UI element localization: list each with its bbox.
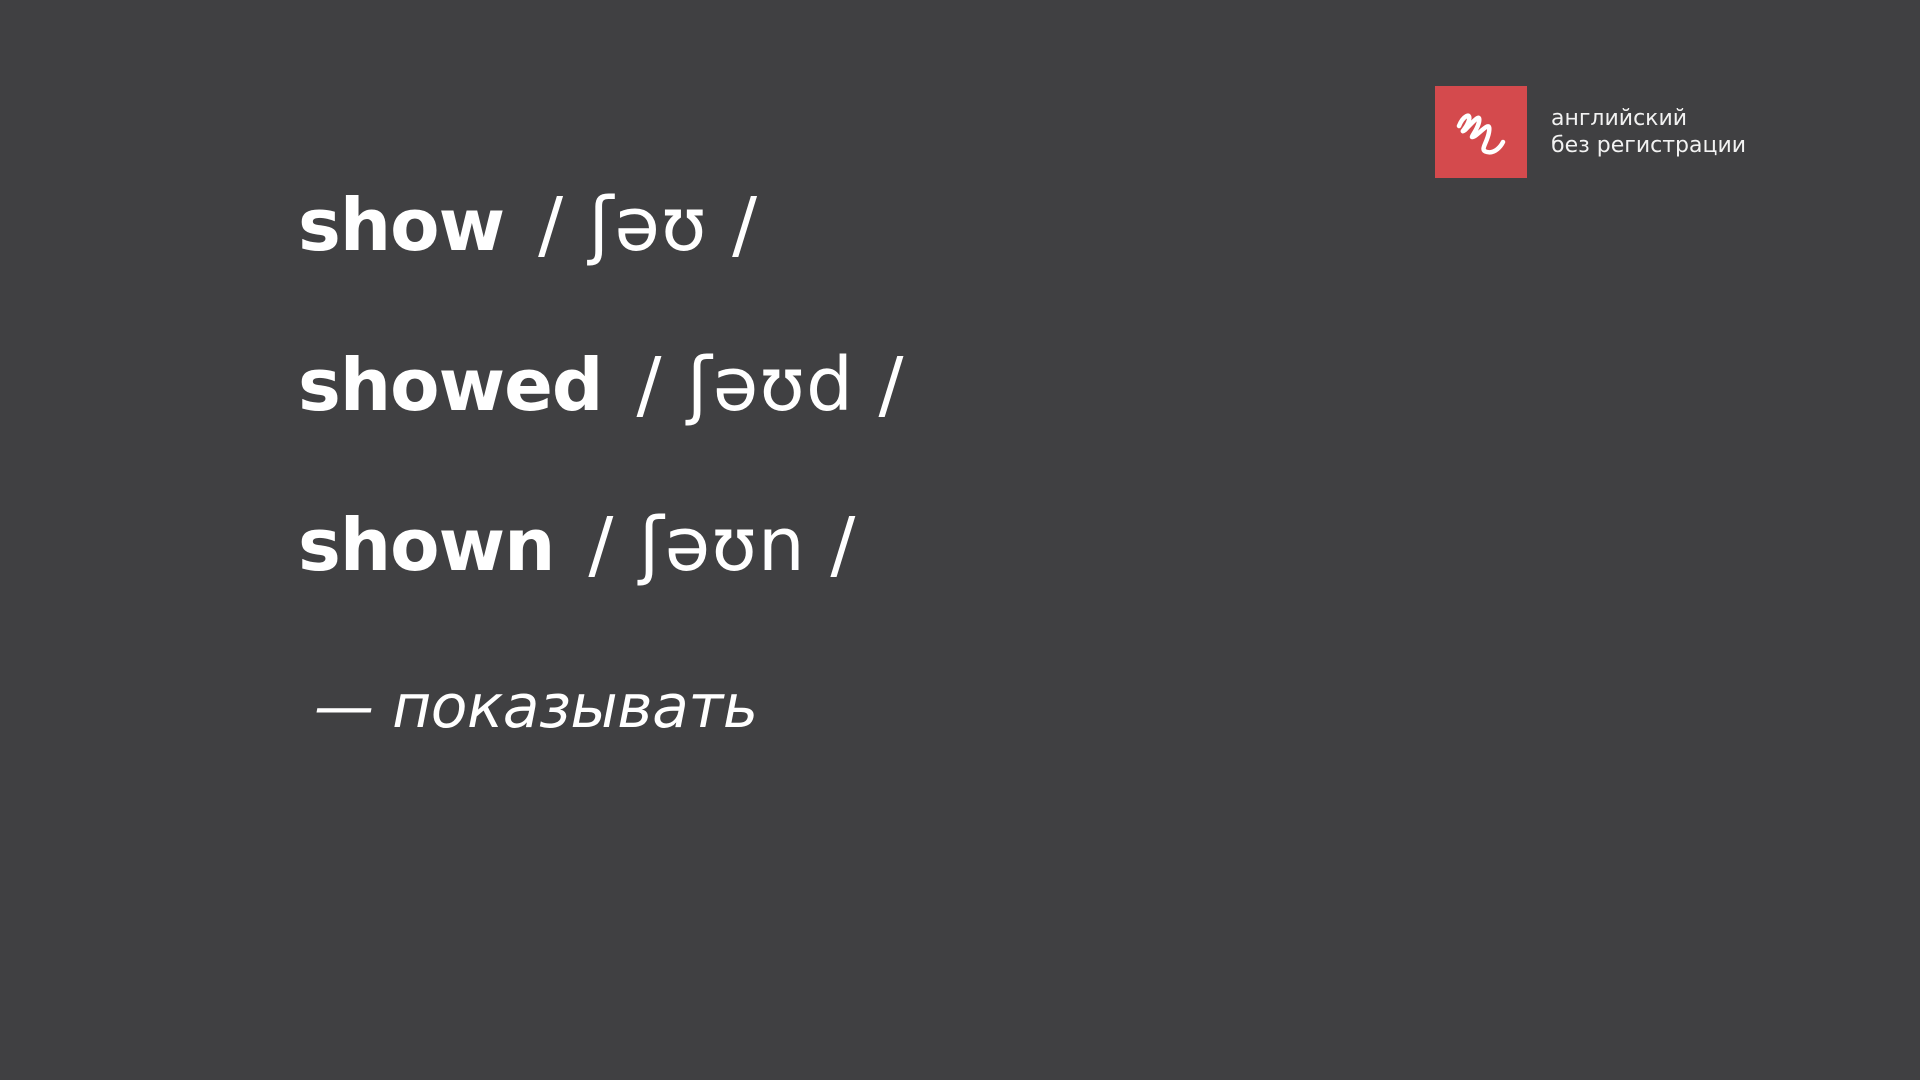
verb-form-transcription: / ʃəʊn / xyxy=(588,502,857,588)
brand-logo: английский без регистрации xyxy=(1435,86,1746,178)
verb-form-row: show / ʃəʊ / xyxy=(298,182,758,282)
verb-form-transcription: / ʃəʊ / xyxy=(538,182,759,268)
logo-badge xyxy=(1435,86,1527,178)
verb-form-word: show xyxy=(298,183,505,267)
brand-text: английский без регистрации xyxy=(1551,105,1746,159)
brand-line-1: английский xyxy=(1551,106,1688,131)
brand-line-2: без регистрации xyxy=(1551,133,1747,158)
verb-form-row: showed / ʃəʊd / xyxy=(298,342,904,442)
verb-form-row: shown / ʃəʊn / xyxy=(298,502,856,602)
verb-form-word: shown xyxy=(298,503,555,587)
verb-form-transcription: / ʃəʊd / xyxy=(636,342,905,428)
verb-form-word: showed xyxy=(298,343,603,427)
slide: английский без регистрации show / ʃəʊ / … xyxy=(0,0,1920,1080)
squiggle-signature-icon xyxy=(1456,113,1506,155)
translation-text: — показывать xyxy=(314,672,758,742)
